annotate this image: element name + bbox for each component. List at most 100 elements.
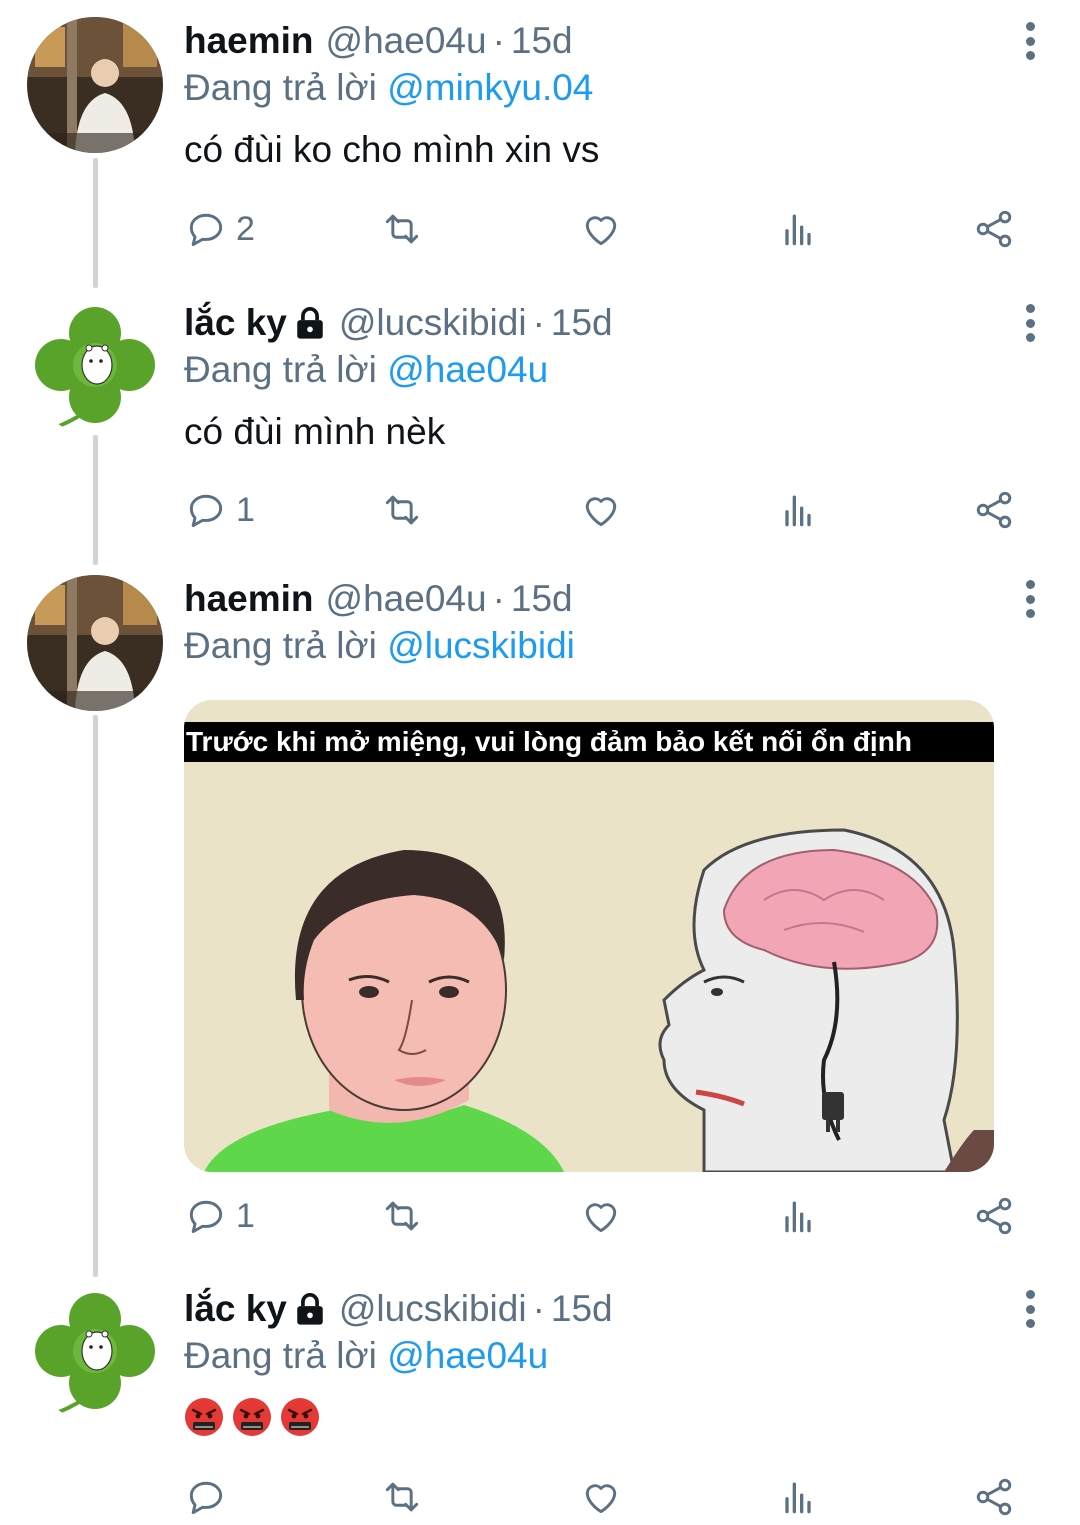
tweet-text: có đùi ko cho mình xin vs: [184, 129, 600, 170]
tweet-actions: 1: [184, 1192, 1024, 1240]
mention-link[interactable]: @lucskibidi: [387, 625, 575, 666]
separator-dot: ·: [492, 20, 505, 61]
analytics-button[interactable]: [776, 205, 820, 253]
share-icon: [976, 1197, 1012, 1235]
retweet-button[interactable]: [380, 1192, 424, 1240]
tweet-text: có đùi mình nèk: [184, 411, 446, 452]
reply-button[interactable]: 1: [184, 486, 255, 534]
reply-icon: [189, 1481, 223, 1515]
analytics-icon: [785, 1201, 811, 1233]
tweet-header: lắc ky @lucskibidi · 15d: [184, 300, 1040, 346]
reply-icon: [189, 494, 223, 528]
replying-to: Đang trả lời @minkyu.04: [184, 65, 1040, 111]
display-name[interactable]: haemin: [184, 18, 314, 64]
mention-link[interactable]: @hae04u: [387, 1335, 548, 1376]
like-button[interactable]: [579, 205, 623, 253]
replying-prefix: Đang trả lời: [184, 349, 377, 390]
tweet[interactable]: haemin @hae04u · 15d Đang trả lời @lucsk…: [0, 558, 1080, 1258]
user-handle[interactable]: @hae04u: [326, 576, 487, 622]
reply-count: 1: [236, 1196, 255, 1235]
tweet-header: haemin @hae04u · 15d: [184, 18, 1040, 64]
replying-prefix: Đang trả lời: [184, 1335, 377, 1376]
like-button[interactable]: [579, 486, 623, 534]
tweet-media-image[interactable]: Trước khi mở miệng, vui lòng đảm bảo kết…: [184, 700, 994, 1172]
share-button[interactable]: [972, 1192, 1016, 1240]
analytics-button[interactable]: [776, 1192, 820, 1240]
share-icon: [976, 491, 1012, 529]
analytics-button[interactable]: [776, 1473, 820, 1521]
retweet-button[interactable]: [380, 1473, 424, 1521]
tweet-actions: [184, 1473, 1024, 1521]
separator-dot: ·: [532, 1288, 545, 1329]
angry-face-emoji-icon: [233, 1398, 271, 1436]
separator-dot: ·: [492, 578, 505, 619]
reply-icon: [189, 213, 223, 247]
heart-icon: [585, 216, 617, 246]
more-vertical-icon[interactable]: [1024, 22, 1036, 60]
heart-icon: [585, 1203, 617, 1233]
retweet-button[interactable]: [380, 486, 424, 534]
replying-prefix: Đang trả lời: [184, 67, 377, 108]
heart-icon: [585, 497, 617, 527]
like-button[interactable]: [579, 1473, 623, 1521]
avatar-lacky[interactable]: [27, 1285, 163, 1421]
reply-button[interactable]: [184, 1473, 236, 1521]
analytics-icon: [785, 214, 811, 246]
angry-face-emoji-icon: [281, 1398, 319, 1436]
reply-thread: haemin @hae04u · 15d Đang trả lời @minky…: [0, 0, 1080, 1525]
timestamp[interactable]: 15d: [511, 18, 573, 64]
avatar-haemin[interactable]: [27, 575, 163, 711]
reply-count: 1: [236, 490, 255, 529]
reply-icon: [189, 1200, 223, 1234]
angry-face-emoji-icon: [185, 1398, 223, 1436]
reply-button[interactable]: 2: [184, 205, 255, 253]
tweet-header: lắc ky @lucskibidi · 15d: [184, 1286, 1040, 1332]
timestamp[interactable]: 15d: [551, 300, 613, 346]
replying-to: Đang trả lời @hae04u: [184, 347, 1040, 393]
display-name[interactable]: lắc ky: [184, 300, 287, 346]
timestamp[interactable]: 15d: [551, 1286, 613, 1332]
reply-button[interactable]: 1: [184, 1192, 255, 1240]
replying-to: Đang trả lời @hae04u: [184, 1333, 1040, 1379]
user-handle[interactable]: @lucskibidi: [339, 1286, 527, 1332]
more-vertical-icon[interactable]: [1024, 1290, 1036, 1328]
tweet-actions: 2: [184, 205, 1024, 253]
tweet-text: 🤬🤬🤬: [184, 1397, 1040, 1437]
meme-illustration: [184, 700, 994, 1172]
user-handle[interactable]: @lucskibidi: [339, 300, 527, 346]
retweet-icon: [385, 214, 419, 244]
share-button[interactable]: [972, 486, 1016, 534]
replying-to: Đang trả lời @lucskibidi: [184, 623, 1040, 669]
reply-count: 2: [236, 209, 255, 248]
retweet-icon: [385, 495, 419, 525]
tweet-header: haemin @hae04u · 15d: [184, 576, 1040, 622]
lock-icon: [297, 1293, 323, 1325]
analytics-icon: [785, 495, 811, 527]
avatar-haemin[interactable]: [27, 17, 163, 153]
share-icon: [976, 210, 1012, 248]
share-icon: [976, 1478, 1012, 1516]
retweet-icon: [385, 1482, 419, 1512]
replying-prefix: Đang trả lời: [184, 625, 377, 666]
mention-link[interactable]: @minkyu.04: [387, 67, 593, 108]
media-caption: Trước khi mở miệng, vui lòng đảm bảo kết…: [184, 722, 994, 762]
display-name[interactable]: haemin: [184, 576, 314, 622]
more-vertical-icon[interactable]: [1024, 304, 1036, 342]
analytics-button[interactable]: [776, 486, 820, 534]
analytics-icon: [785, 1482, 811, 1514]
lock-icon: [297, 307, 323, 339]
user-handle[interactable]: @hae04u: [326, 18, 487, 64]
tweet-actions: 1: [184, 486, 1024, 534]
avatar-lacky[interactable]: [27, 299, 163, 435]
share-button[interactable]: [972, 1473, 1016, 1521]
like-button[interactable]: [579, 1192, 623, 1240]
timestamp[interactable]: 15d: [511, 576, 573, 622]
retweet-button[interactable]: [380, 205, 424, 253]
separator-dot: ·: [532, 302, 545, 343]
share-button[interactable]: [972, 205, 1016, 253]
mention-link[interactable]: @hae04u: [387, 349, 548, 390]
more-vertical-icon[interactable]: [1024, 580, 1036, 618]
display-name[interactable]: lắc ky: [184, 1286, 287, 1332]
retweet-icon: [385, 1201, 419, 1231]
heart-icon: [585, 1484, 617, 1514]
